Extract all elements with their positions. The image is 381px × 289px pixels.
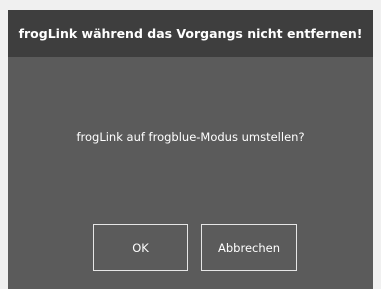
ok-button[interactable]: OK [93,224,188,271]
cancel-button[interactable]: Abbrechen [201,224,297,271]
ok-button-label: OK [132,240,149,255]
dialog-title-bar: frogLink während das Vorgangs nicht entf… [8,10,373,57]
confirmation-dialog: frogLink während das Vorgangs nicht entf… [8,10,373,289]
dialog-message: frogLink auf frogblue-Modus umstellen? [76,130,305,144]
cancel-button-label: Abbrechen [218,240,280,255]
dialog-title: frogLink während das Vorgangs nicht entf… [18,26,363,41]
